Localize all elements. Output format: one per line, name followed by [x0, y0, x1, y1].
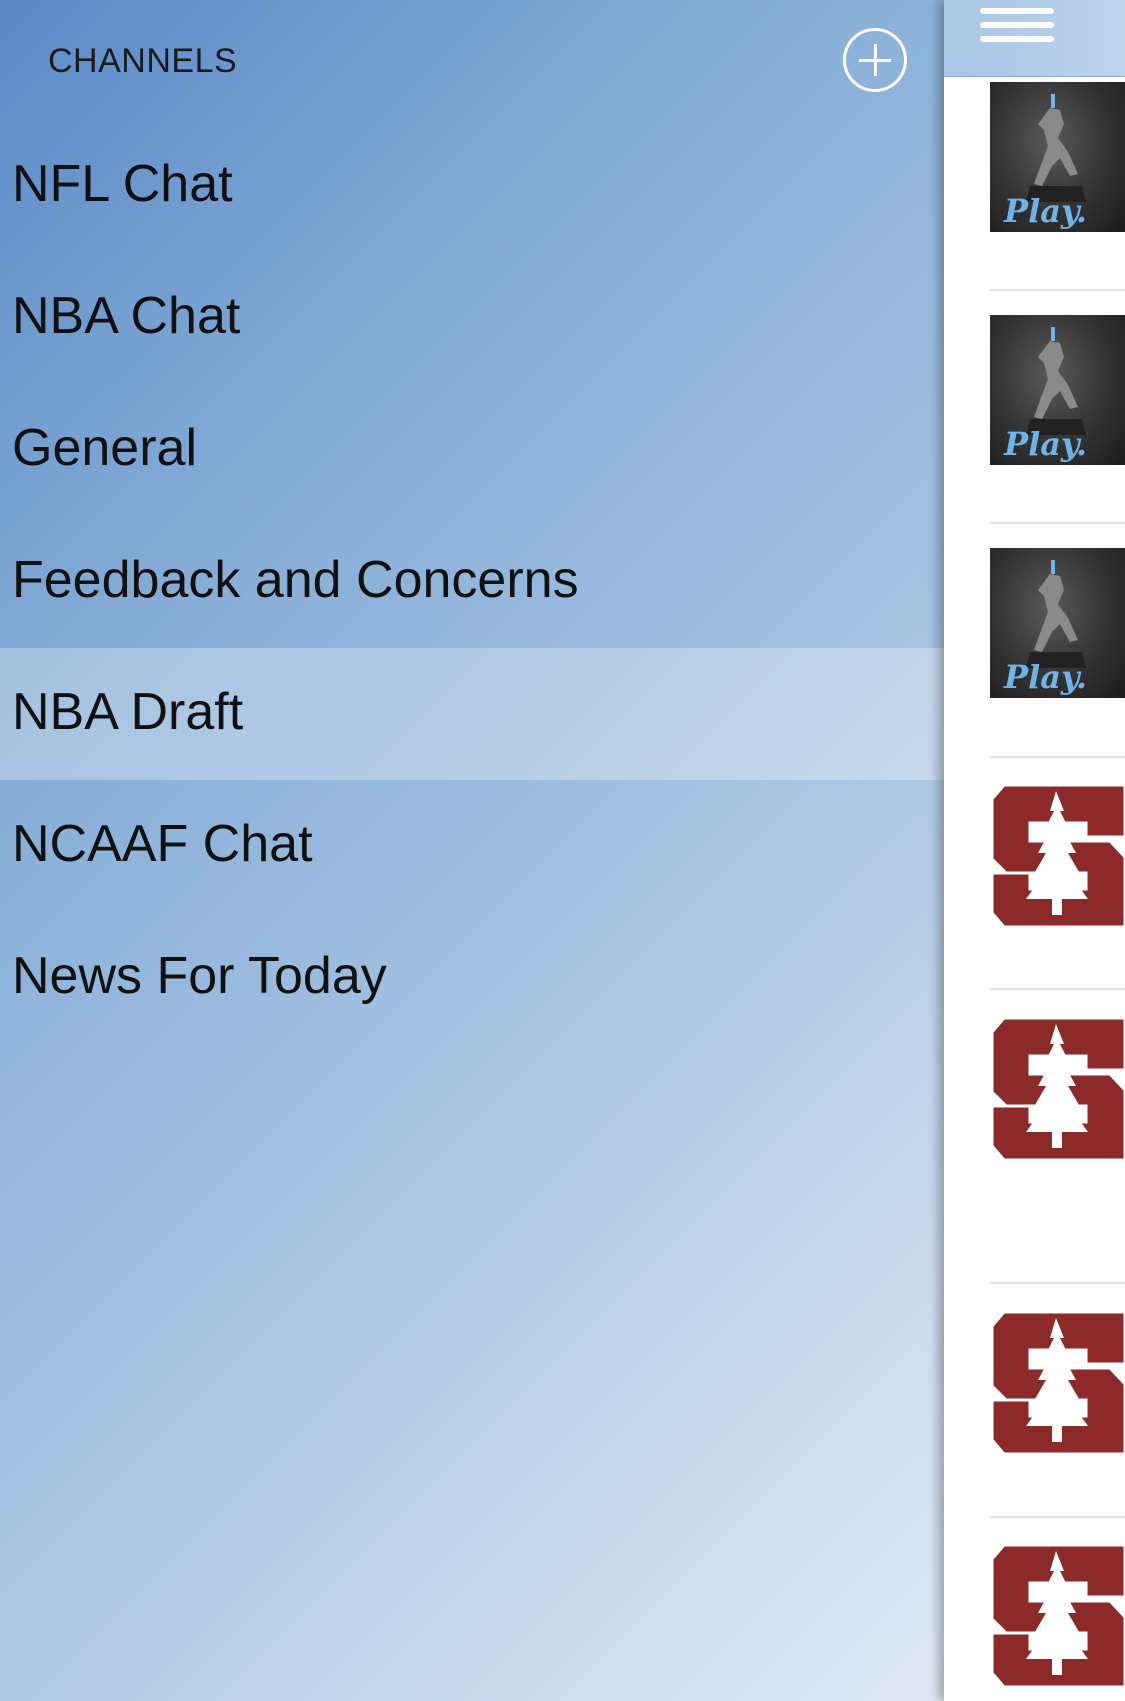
row-divider: [990, 756, 1125, 758]
avatar-stanford-logo[interactable]: [990, 781, 1125, 931]
row-divider: [990, 1516, 1125, 1518]
feed-panel[interactable]: Play. Play. Play.: [944, 0, 1125, 1701]
avatar-play-trophy[interactable]: Play.: [990, 315, 1125, 465]
channel-item-nfl-chat[interactable]: NFL Chat: [0, 120, 944, 252]
channel-item-general[interactable]: General: [0, 384, 944, 516]
avatar-play-trophy[interactable]: Play.: [990, 548, 1125, 698]
channel-item-news-for-today[interactable]: News For Today: [0, 912, 944, 1044]
row-divider: [990, 988, 1125, 990]
channels-drawer: CHANNELS NFL Chat NBA Chat General Feedb…: [0, 0, 944, 1701]
channel-label: NBA Chat: [12, 287, 241, 345]
channel-label: General: [12, 419, 197, 477]
channel-label: NBA Draft: [12, 683, 244, 741]
trophy-figure-icon: [1026, 94, 1086, 202]
row-divider: [990, 289, 1125, 291]
channel-label: NCAAF Chat: [12, 815, 313, 873]
channel-label: Feedback and Concerns: [12, 551, 579, 609]
drawer-header: CHANNELS: [0, 0, 944, 120]
stanford-s-logo-icon: [990, 1310, 1125, 1456]
drawer-title: CHANNELS: [48, 42, 238, 80]
avatar-stanford-logo[interactable]: [990, 1014, 1125, 1164]
channel-item-ncaaf-chat[interactable]: NCAAF Chat: [0, 780, 944, 912]
play-logo-text: Play.: [1004, 425, 1088, 463]
trophy-figure-icon: [1026, 327, 1086, 435]
play-logo-text: Play.: [1004, 192, 1088, 230]
stanford-s-logo-icon: [990, 1016, 1125, 1162]
channel-item-nba-draft[interactable]: NBA Draft: [0, 648, 944, 780]
feed-header: [944, 0, 1125, 77]
avatar-stanford-logo[interactable]: [990, 1308, 1125, 1458]
trophy-figure-icon: [1026, 560, 1086, 668]
add-channel-button[interactable]: [843, 28, 907, 92]
avatar-play-trophy[interactable]: Play.: [990, 82, 1125, 232]
avatar-stanford-logo[interactable]: [990, 1541, 1125, 1691]
stanford-s-logo-icon: [990, 783, 1125, 929]
channel-label: NFL Chat: [12, 155, 233, 213]
channel-item-nba-chat[interactable]: NBA Chat: [0, 252, 944, 384]
play-logo-text: Play.: [1004, 658, 1088, 696]
stanford-s-logo-icon: [990, 1543, 1125, 1689]
channel-label: News For Today: [12, 947, 387, 1005]
channel-list: NFL Chat NBA Chat General Feedback and C…: [0, 120, 944, 1044]
channel-item-feedback-and-concerns[interactable]: Feedback and Concerns: [0, 516, 944, 648]
row-divider: [990, 1282, 1125, 1284]
row-divider: [990, 522, 1125, 524]
hamburger-menu-icon[interactable]: [980, 8, 1054, 42]
